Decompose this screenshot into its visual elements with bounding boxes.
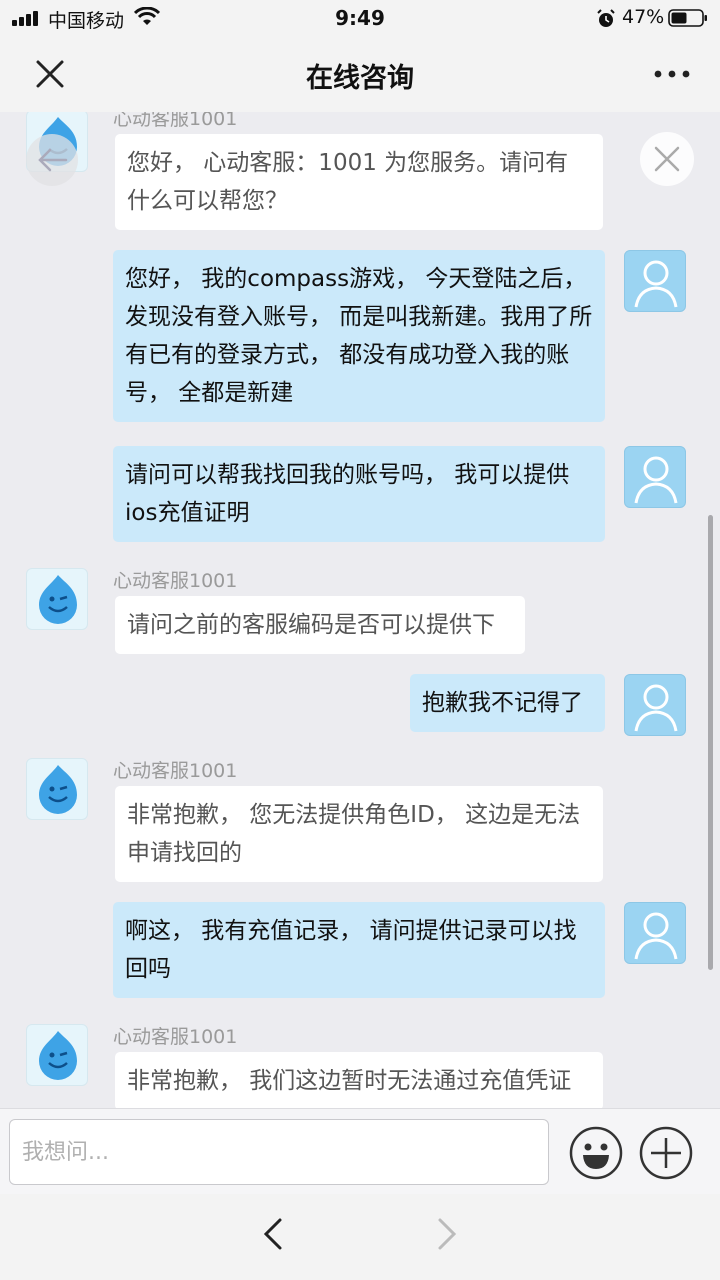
agent-message: 非常抱歉， 您无法提供角色ID， 这边是无法申请找回的 <box>115 786 603 882</box>
sender-name: 心动客服1001 <box>113 112 238 130</box>
status-bar: 中国移动 9:49 47% <box>0 0 720 36</box>
chevron-right-icon[interactable] <box>432 1214 462 1254</box>
user-avatar <box>624 446 686 508</box>
agent-avatar <box>26 568 88 630</box>
user-message: 抱歉我不记得了 <box>410 674 605 732</box>
message-input[interactable] <box>9 1119 549 1185</box>
agent-avatar <box>26 1024 88 1086</box>
close-fab-button[interactable] <box>640 132 694 186</box>
back-arrow-icon <box>38 148 68 172</box>
user-avatar <box>624 674 686 736</box>
back-fab-button[interactable] <box>26 134 78 186</box>
sender-name: 心动客服1001 <box>113 760 238 782</box>
sender-name: 心动客服1001 <box>113 1026 238 1048</box>
emoji-icon[interactable] <box>568 1125 624 1181</box>
scrollbar[interactable] <box>708 515 713 970</box>
agent-message: 请问之前的客服编码是否可以提供下 <box>115 596 525 654</box>
chevron-left-icon[interactable] <box>258 1214 288 1254</box>
user-message: 请问可以帮我找回我的账号吗， 我可以提供ios充值证明 <box>113 446 605 542</box>
user-avatar <box>624 902 686 964</box>
input-bar <box>0 1108 720 1194</box>
sender-name: 心动客服1001 <box>113 570 238 592</box>
battery-icon <box>668 9 707 27</box>
agent-message: 非常抱歉， 我们这边暂时无法通过充值凭证 <box>115 1052 603 1108</box>
page-title: 在线咨询 <box>306 63 414 94</box>
alarm-icon <box>597 9 615 27</box>
user-message: 啊这， 我有充值记录， 请问提供记录可以找回吗 <box>113 902 605 998</box>
plus-icon[interactable] <box>638 1125 694 1181</box>
browser-bottom-bar <box>0 1194 720 1280</box>
more-icon[interactable] <box>652 68 692 80</box>
battery-percent: 47% <box>622 6 665 28</box>
agent-avatar <box>26 758 88 820</box>
chat-area[interactable]: 心动客服1001 您好， 心动客服：1001 为您服务。请问有什么可以帮您？ 您… <box>0 112 720 1108</box>
nav-bar: 在线咨询 <box>0 36 720 112</box>
agent-message: 您好， 心动客服：1001 为您服务。请问有什么可以帮您？ <box>115 134 603 230</box>
user-avatar <box>624 250 686 312</box>
close-icon <box>654 146 680 172</box>
user-message: 您好， 我的compass游戏， 今天登陆之后，发现没有登入账号， 而是叫我新建… <box>113 250 605 422</box>
